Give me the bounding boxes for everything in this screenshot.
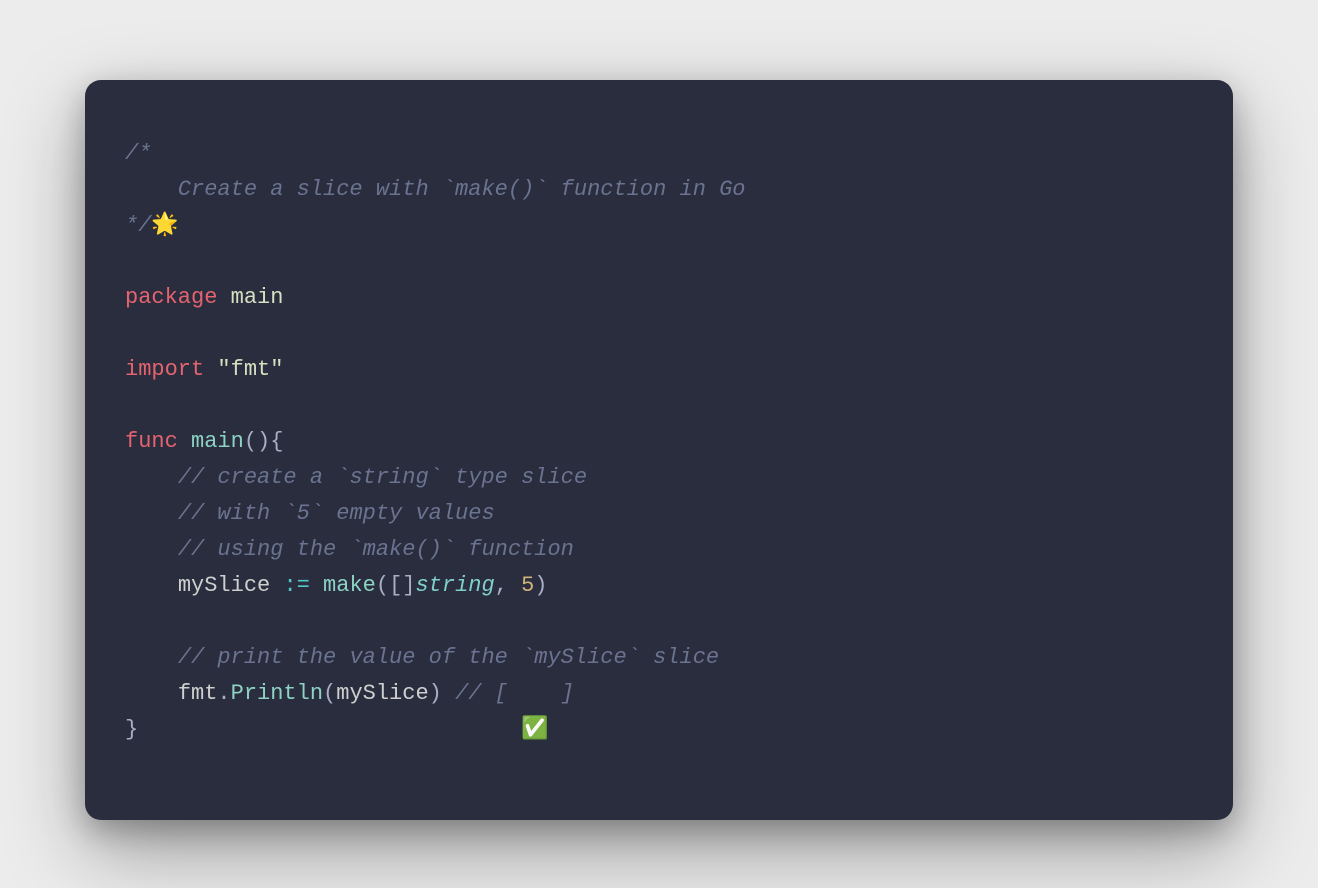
package-name: main — [231, 285, 284, 310]
make-paren-close: ) — [534, 573, 547, 598]
brace-close: } — [125, 717, 138, 742]
code-block: /* Create a slice with `make()` function… — [125, 136, 1193, 748]
keyword-func: func — [125, 429, 178, 454]
assign-op: := — [283, 573, 309, 598]
comma: , — [495, 573, 508, 598]
code-card: /* Create a slice with `make()` function… — [85, 80, 1233, 820]
block-comment-open: /* — [125, 141, 151, 166]
line-comment-1: // create a `string` type slice — [178, 465, 587, 490]
call-make: make — [323, 573, 376, 598]
import-path: "fmt" — [217, 357, 283, 382]
call-println: Println — [231, 681, 323, 706]
func-name: main — [191, 429, 244, 454]
arg-myslice: mySlice — [336, 681, 428, 706]
println-paren-open: ( — [323, 681, 336, 706]
line-comment-2: // with `5` empty values — [178, 501, 495, 526]
number-five: 5 — [521, 573, 534, 598]
pkg-fmt: fmt — [178, 681, 218, 706]
paren-close: ) — [257, 429, 270, 454]
block-comment-body: Create a slice with `make()` function in… — [125, 177, 746, 202]
line-comment-3: // using the `make()` function — [178, 537, 574, 562]
trailing-comment: // [ ] — [455, 681, 574, 706]
keyword-package: package — [125, 285, 217, 310]
make-paren-open: ( — [376, 573, 389, 598]
line-comment-4: // print the value of the `mySlice` slic… — [178, 645, 719, 670]
check-icon: ✅ — [521, 717, 548, 742]
brace-open: { — [270, 429, 283, 454]
block-comment-close: */ — [125, 213, 151, 238]
slice-brackets: [] — [389, 573, 415, 598]
dot: . — [217, 681, 230, 706]
paren-open: ( — [244, 429, 257, 454]
sparkle-icon: 🌟 — [151, 213, 178, 238]
canvas: /* Create a slice with `make()` function… — [0, 0, 1318, 888]
type-string: string — [415, 573, 494, 598]
var-name: mySlice — [178, 573, 270, 598]
keyword-import: import — [125, 357, 204, 382]
println-paren-close: ) — [429, 681, 442, 706]
